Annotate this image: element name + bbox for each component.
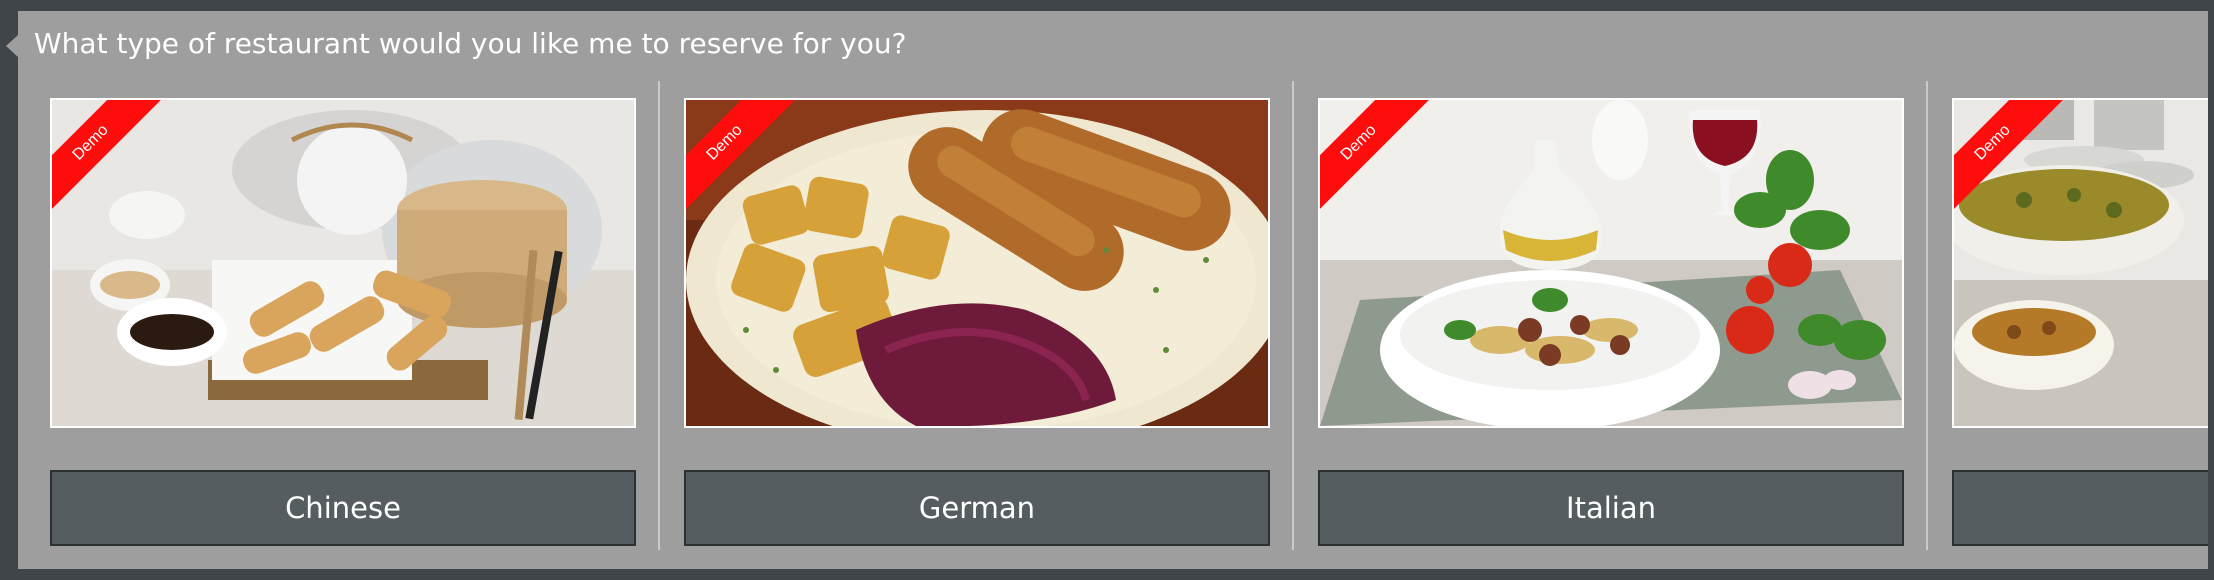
chat-bubble: What type of restaurant would you like m… — [18, 11, 2208, 569]
demo-ribbon: Demo — [1954, 100, 2064, 210]
demo-ribbon: Demo — [686, 100, 796, 210]
card-divider — [1926, 81, 1928, 550]
choose-chinese-button[interactable]: Chinese — [50, 470, 636, 546]
restaurant-card-partial[interactable]: Demo — [1952, 98, 2208, 552]
bubble-pointer — [6, 35, 18, 57]
italian-food-image[interactable]: Demo — [1318, 98, 1904, 428]
choose-italian-button[interactable]: Italian — [1318, 470, 1904, 546]
restaurant-card-german[interactable]: Demo German — [684, 98, 1270, 552]
card-divider — [1292, 81, 1294, 550]
restaurant-card-italian[interactable]: Demo Italian — [1318, 98, 1904, 552]
german-food-image[interactable]: Demo — [684, 98, 1270, 428]
choose-restaurant-button[interactable] — [1952, 470, 2208, 546]
restaurant-card-chinese[interactable]: Demo Chinese — [50, 98, 636, 552]
chinese-food-image[interactable]: Demo — [50, 98, 636, 428]
curry-food-image[interactable]: Demo — [1952, 98, 2208, 428]
demo-ribbon: Demo — [1320, 100, 1430, 210]
demo-ribbon: Demo — [52, 100, 162, 210]
card-divider — [658, 81, 660, 550]
question-text: What type of restaurant would you like m… — [34, 27, 907, 60]
restaurant-carousel[interactable]: Demo Chinese Demo German Demo Italian De… — [18, 81, 2208, 561]
choose-german-button[interactable]: German — [684, 470, 1270, 546]
